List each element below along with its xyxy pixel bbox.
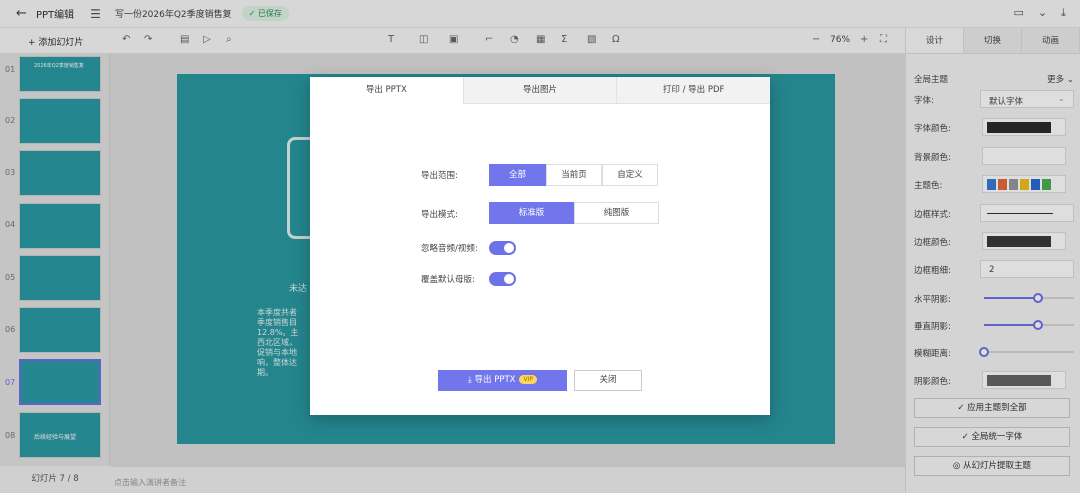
export-mode-label: 导出模式: <box>421 210 458 220</box>
export-tabs: 导出 PPTX 导出图片 打印 / 导出 PDF <box>310 77 771 104</box>
override-master-label: 覆盖默认母版: <box>421 275 475 285</box>
range-all-option[interactable]: 全部 <box>489 164 546 186</box>
tab-export-image[interactable]: 导出图片 <box>462 77 617 104</box>
export-pptx-button[interactable]: ⤓ 导出 PPTX VIP <box>438 370 567 391</box>
export-dialog: 导出 PPTX 导出图片 打印 / 导出 PDF 导出范围: 全部 当前页 自定… <box>310 77 771 415</box>
mode-standard-option[interactable]: 标准版 <box>489 202 574 224</box>
close-button[interactable]: 关闭 <box>574 370 642 391</box>
export-range-options: 全部 当前页 自定义 <box>489 164 658 186</box>
tab-export-pptx[interactable]: 导出 PPTX <box>310 77 463 104</box>
export-range-label: 导出范围: <box>421 171 458 181</box>
override-master-toggle[interactable] <box>489 272 516 286</box>
ignore-media-toggle[interactable] <box>489 241 516 255</box>
mode-image-option[interactable]: 纯图版 <box>574 202 659 224</box>
range-current-option[interactable]: 当前页 <box>546 164 602 186</box>
export-mode-options: 标准版 纯图版 <box>489 202 659 224</box>
tab-export-pdf[interactable]: 打印 / 导出 PDF <box>616 77 771 104</box>
ignore-media-label: 忽略音频/视频: <box>421 244 478 254</box>
range-custom-option[interactable]: 自定义 <box>602 164 658 186</box>
export-button-label: ⤓ 导出 PPTX <box>468 375 516 385</box>
vip-badge: VIP <box>519 375 537 384</box>
